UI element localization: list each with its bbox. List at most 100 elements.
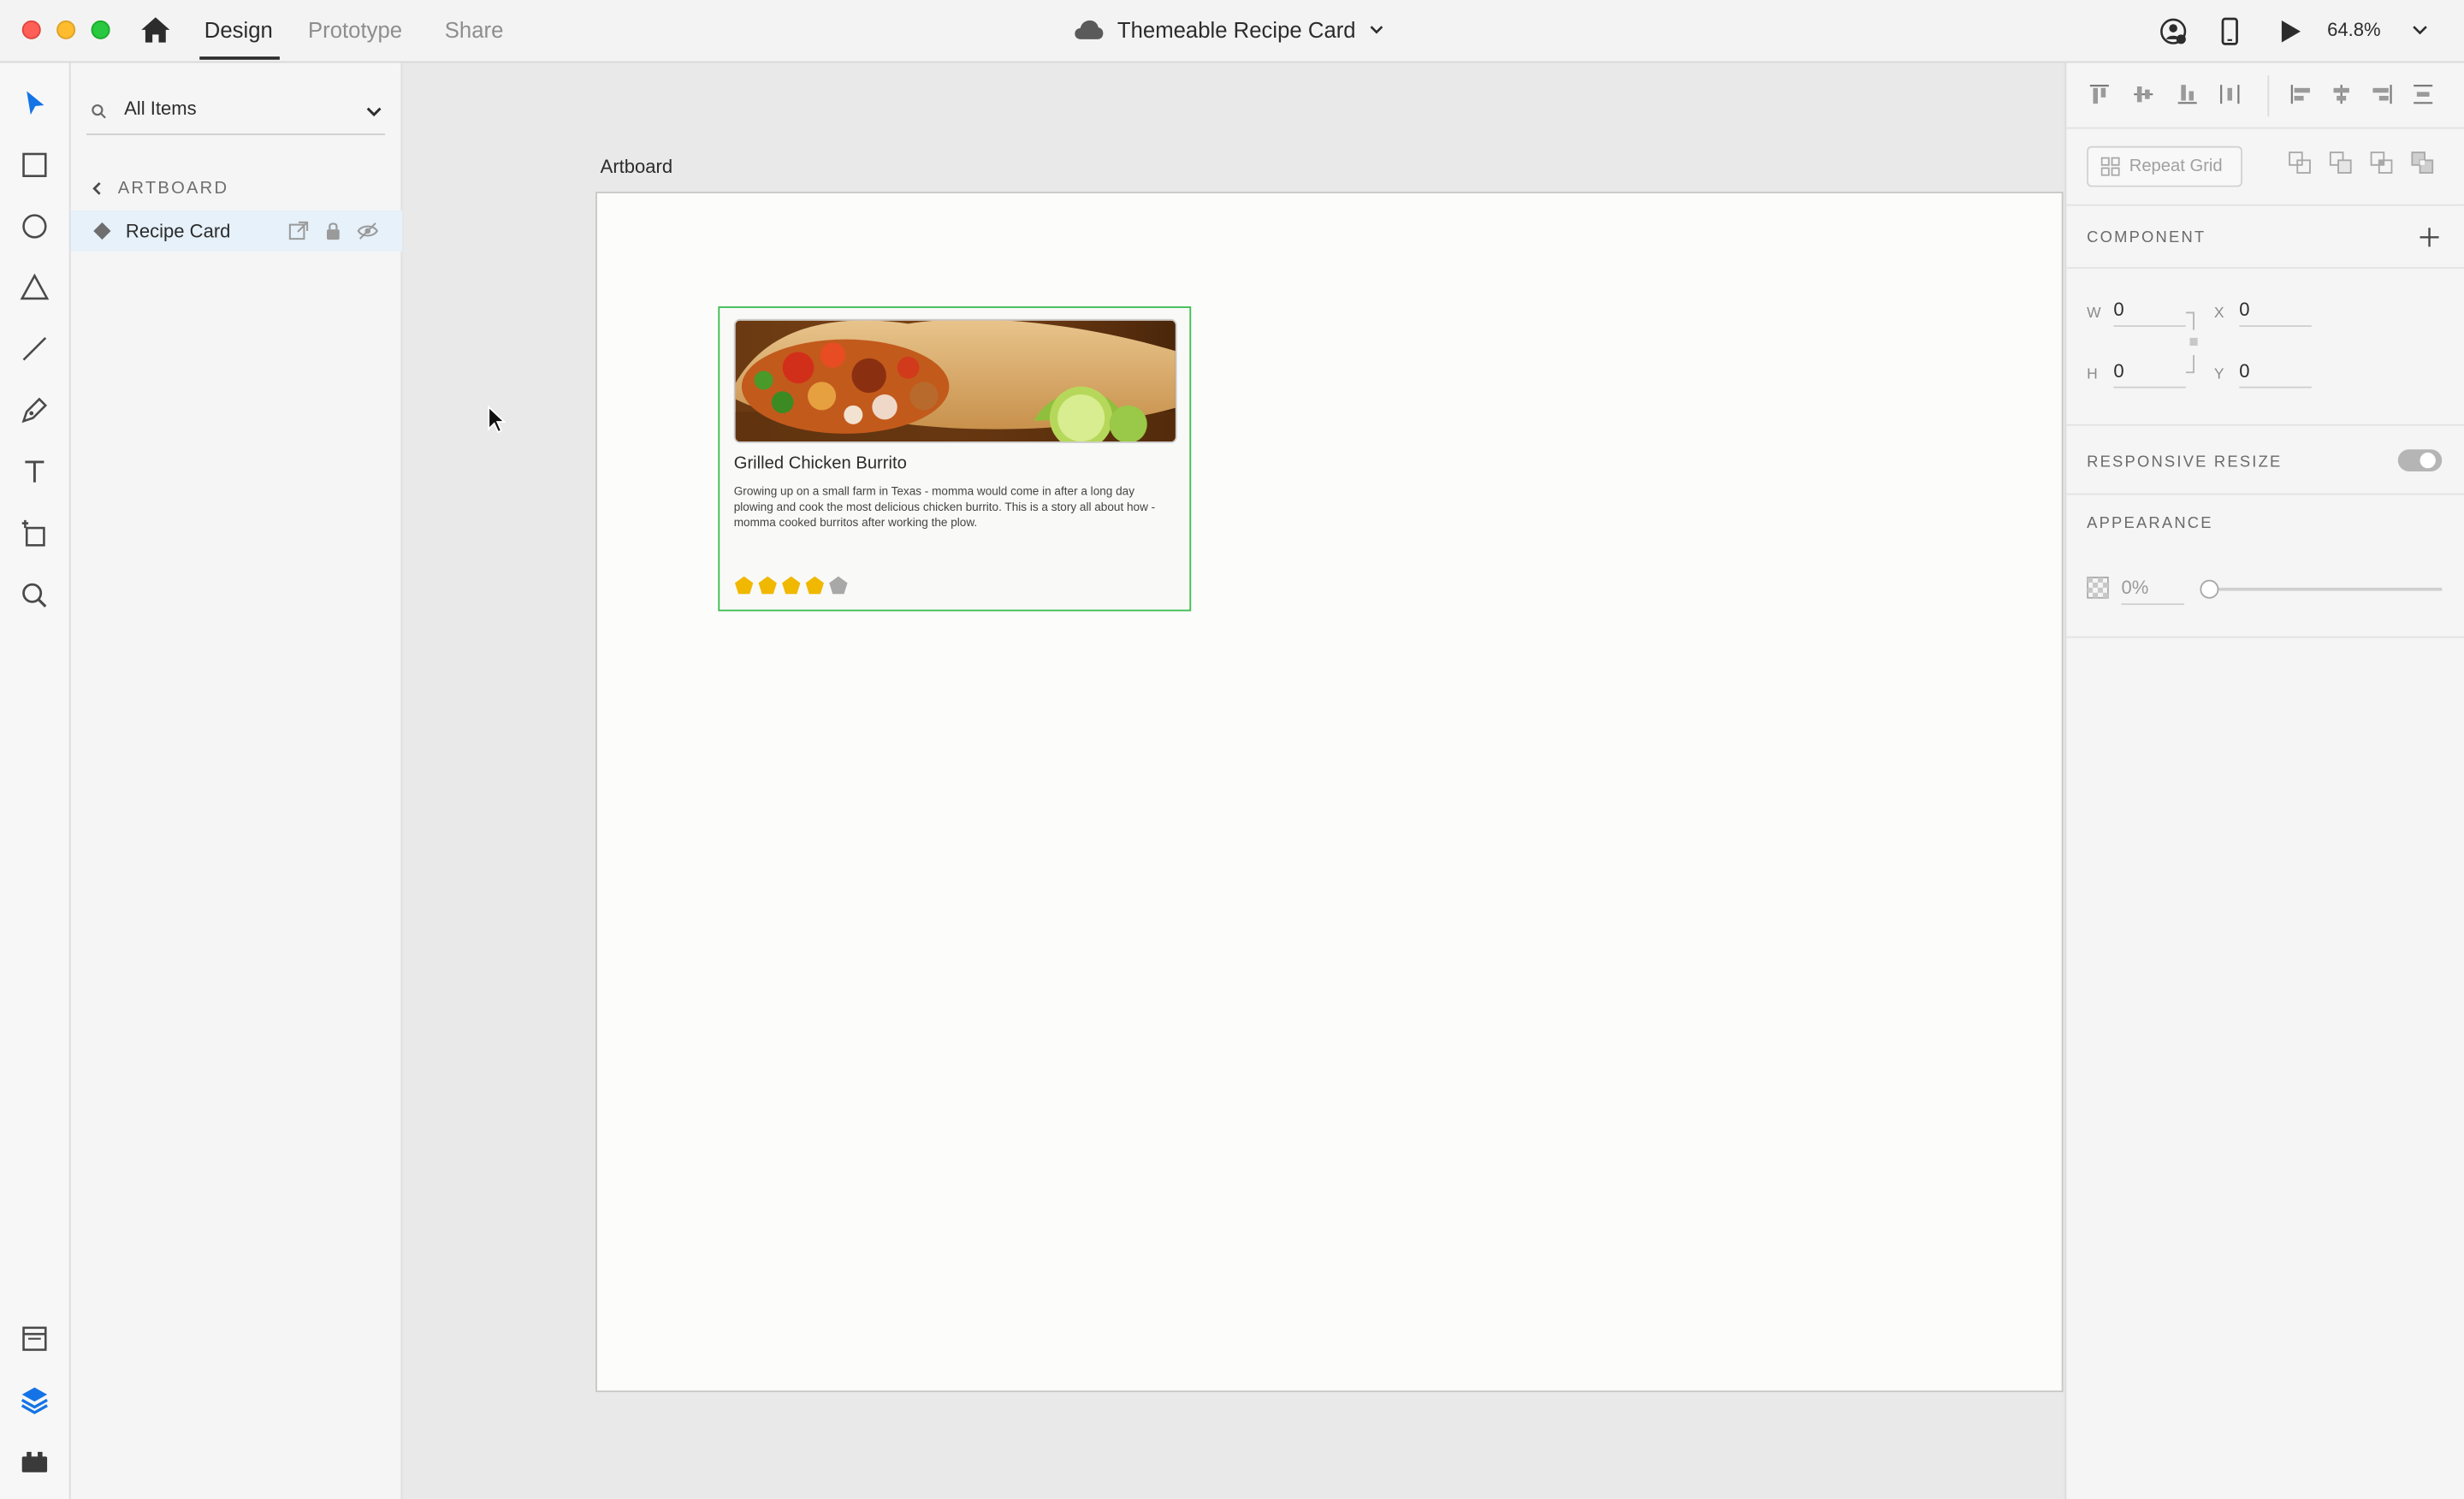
- boolean-intersect-icon[interactable]: [2370, 151, 2394, 175]
- lock-icon[interactable]: [323, 220, 345, 242]
- rating-star-empty-icon: [829, 576, 848, 595]
- layers-panel: ARTBOARD Recipe Card: [70, 62, 403, 1499]
- tab-share[interactable]: Share: [445, 17, 504, 42]
- rating-star-filled-icon: [735, 576, 754, 595]
- opacity-slider-handle[interactable]: [2200, 579, 2219, 599]
- add-component-state-icon[interactable]: [2419, 226, 2441, 248]
- rectangle-tool-icon[interactable]: [19, 149, 50, 181]
- repeat-grid-label: Repeat Grid: [2129, 157, 2223, 176]
- align-left-icon[interactable]: [2289, 83, 2312, 105]
- opacity-slider-track[interactable]: [2206, 587, 2443, 591]
- device-preview-icon[interactable]: [2216, 17, 2244, 45]
- recipe-description: Growing up on a small farm in Texas - mo…: [733, 483, 1156, 530]
- home-icon[interactable]: [139, 15, 171, 44]
- zoom-tool-icon[interactable]: [19, 580, 50, 612]
- share-user-icon[interactable]: [2159, 17, 2188, 45]
- burrito-image: [733, 318, 1177, 443]
- search-input[interactable]: [124, 97, 345, 120]
- chevron-down-icon: [1370, 26, 1383, 34]
- align-right-icon[interactable]: [2372, 83, 2394, 105]
- component-heading: COMPONENT: [2087, 229, 2206, 247]
- artboard-breadcrumb: ARTBOARD: [117, 179, 229, 198]
- component-icon: [93, 222, 111, 240]
- layers-icon[interactable]: [19, 1384, 50, 1416]
- tab-prototype[interactable]: Prototype: [308, 17, 402, 42]
- section-divider: [2066, 493, 2464, 495]
- height-field[interactable]: 0: [2113, 360, 2186, 388]
- close-window-button[interactable]: [21, 20, 41, 39]
- section-divider: [2066, 636, 2464, 638]
- artboard-tool-icon[interactable]: [19, 517, 50, 548]
- layer-item-recipe-card[interactable]: Recipe Card: [70, 210, 403, 252]
- cloud-icon: [1075, 20, 1104, 39]
- toggle-knob: [2420, 452, 2436, 469]
- x-field[interactable]: 0: [2239, 299, 2312, 327]
- artboard[interactable]: Grilled Chicken Burrito Growing up on a …: [595, 192, 2064, 1393]
- filter-chevron-down-icon[interactable]: [364, 102, 383, 121]
- align-center-icon[interactable]: [2331, 83, 2353, 105]
- property-inspector: Repeat Grid COMPONENT W 0 X 0 H 0 Y 0 RE…: [2064, 62, 2464, 1499]
- boolean-subtract-icon[interactable]: [2329, 151, 2353, 175]
- height-label: H: [2087, 365, 2098, 384]
- recipe-card-component[interactable]: Grilled Chicken Burrito Growing up on a …: [718, 306, 1192, 612]
- opacity-field[interactable]: 0%: [2121, 577, 2185, 606]
- zoom-window-button[interactable]: [91, 20, 110, 39]
- rating-star-filled-icon: [805, 576, 824, 595]
- repeat-grid-icon: [2100, 157, 2120, 176]
- layers-filter[interactable]: [86, 92, 385, 135]
- tab-design[interactable]: Design: [204, 17, 273, 42]
- recipe-title: Grilled Chicken Burrito: [733, 453, 907, 473]
- width-label: W: [2087, 305, 2101, 323]
- align-bottom-icon[interactable]: [2177, 83, 2199, 105]
- search-icon: [92, 104, 106, 119]
- burrito-photo: [735, 320, 1176, 442]
- play-icon[interactable]: [2276, 17, 2304, 45]
- text-tool-icon[interactable]: [19, 456, 50, 488]
- boolean-exclude-icon[interactable]: [2410, 151, 2434, 175]
- toolbar-divider: [2267, 75, 2270, 116]
- section-divider: [2066, 424, 2464, 426]
- line-tool-icon[interactable]: [19, 333, 50, 364]
- ellipse-tool-icon[interactable]: [19, 210, 50, 242]
- y-label: Y: [2213, 365, 2224, 384]
- repeat-grid-row: Repeat Grid: [2066, 129, 2464, 206]
- distribute-vertical-icon[interactable]: [2412, 83, 2434, 105]
- y-field[interactable]: 0: [2239, 360, 2312, 388]
- plugins-icon[interactable]: [19, 1446, 50, 1478]
- align-middle-icon[interactable]: [2132, 83, 2154, 105]
- rating-star-filled-icon: [782, 576, 801, 595]
- width-field[interactable]: 0: [2113, 299, 2186, 327]
- export-mark-icon[interactable]: [287, 220, 310, 242]
- appearance-heading: APPEARANCE: [2087, 515, 2213, 533]
- artboard-label[interactable]: Artboard: [601, 156, 673, 178]
- zoom-chevron-down-icon[interactable]: [2410, 21, 2429, 39]
- select-tool-icon[interactable]: [19, 88, 50, 120]
- title-bar: Design Prototype Share Themeable Recipe …: [0, 0, 2464, 63]
- assets-icon[interactable]: [19, 1323, 50, 1354]
- active-tab-indicator: [199, 56, 280, 60]
- chevron-left-icon: [92, 181, 101, 195]
- responsive-resize-toggle[interactable]: [2397, 449, 2443, 471]
- polygon-tool-icon[interactable]: [19, 272, 50, 304]
- rating-stars: [734, 575, 849, 595]
- minimize-window-button[interactable]: [56, 20, 76, 39]
- artboard-back-link[interactable]: ARTBOARD: [90, 179, 229, 198]
- opacity-icon: [2087, 576, 2109, 599]
- document-title-dropdown[interactable]: Themeable Recipe Card: [1073, 15, 1383, 46]
- zoom-level[interactable]: 64.8%: [2327, 19, 2381, 41]
- repeat-grid-button[interactable]: Repeat Grid: [2087, 145, 2242, 187]
- align-top-icon[interactable]: [2088, 83, 2111, 105]
- responsive-resize-heading: RESPONSIVE RESIZE: [2087, 453, 2283, 471]
- canvas[interactable]: Artboard Grilled Chicken Burrito Growing…: [404, 62, 2064, 1499]
- align-toolbar: [2066, 62, 2464, 129]
- lock-aspect-icon[interactable]: [2185, 311, 2201, 374]
- distribute-horizontal-icon[interactable]: [2218, 83, 2241, 105]
- boolean-add-icon[interactable]: [2288, 151, 2312, 175]
- mouse-cursor-icon: [488, 405, 506, 434]
- tools-toolbar: [0, 62, 71, 1499]
- pen-tool-icon[interactable]: [19, 394, 50, 426]
- hide-eye-icon[interactable]: [357, 220, 379, 242]
- section-divider: [2066, 267, 2464, 270]
- rating-star-filled-icon: [758, 576, 777, 595]
- document-title: Themeable Recipe Card: [1116, 17, 1356, 43]
